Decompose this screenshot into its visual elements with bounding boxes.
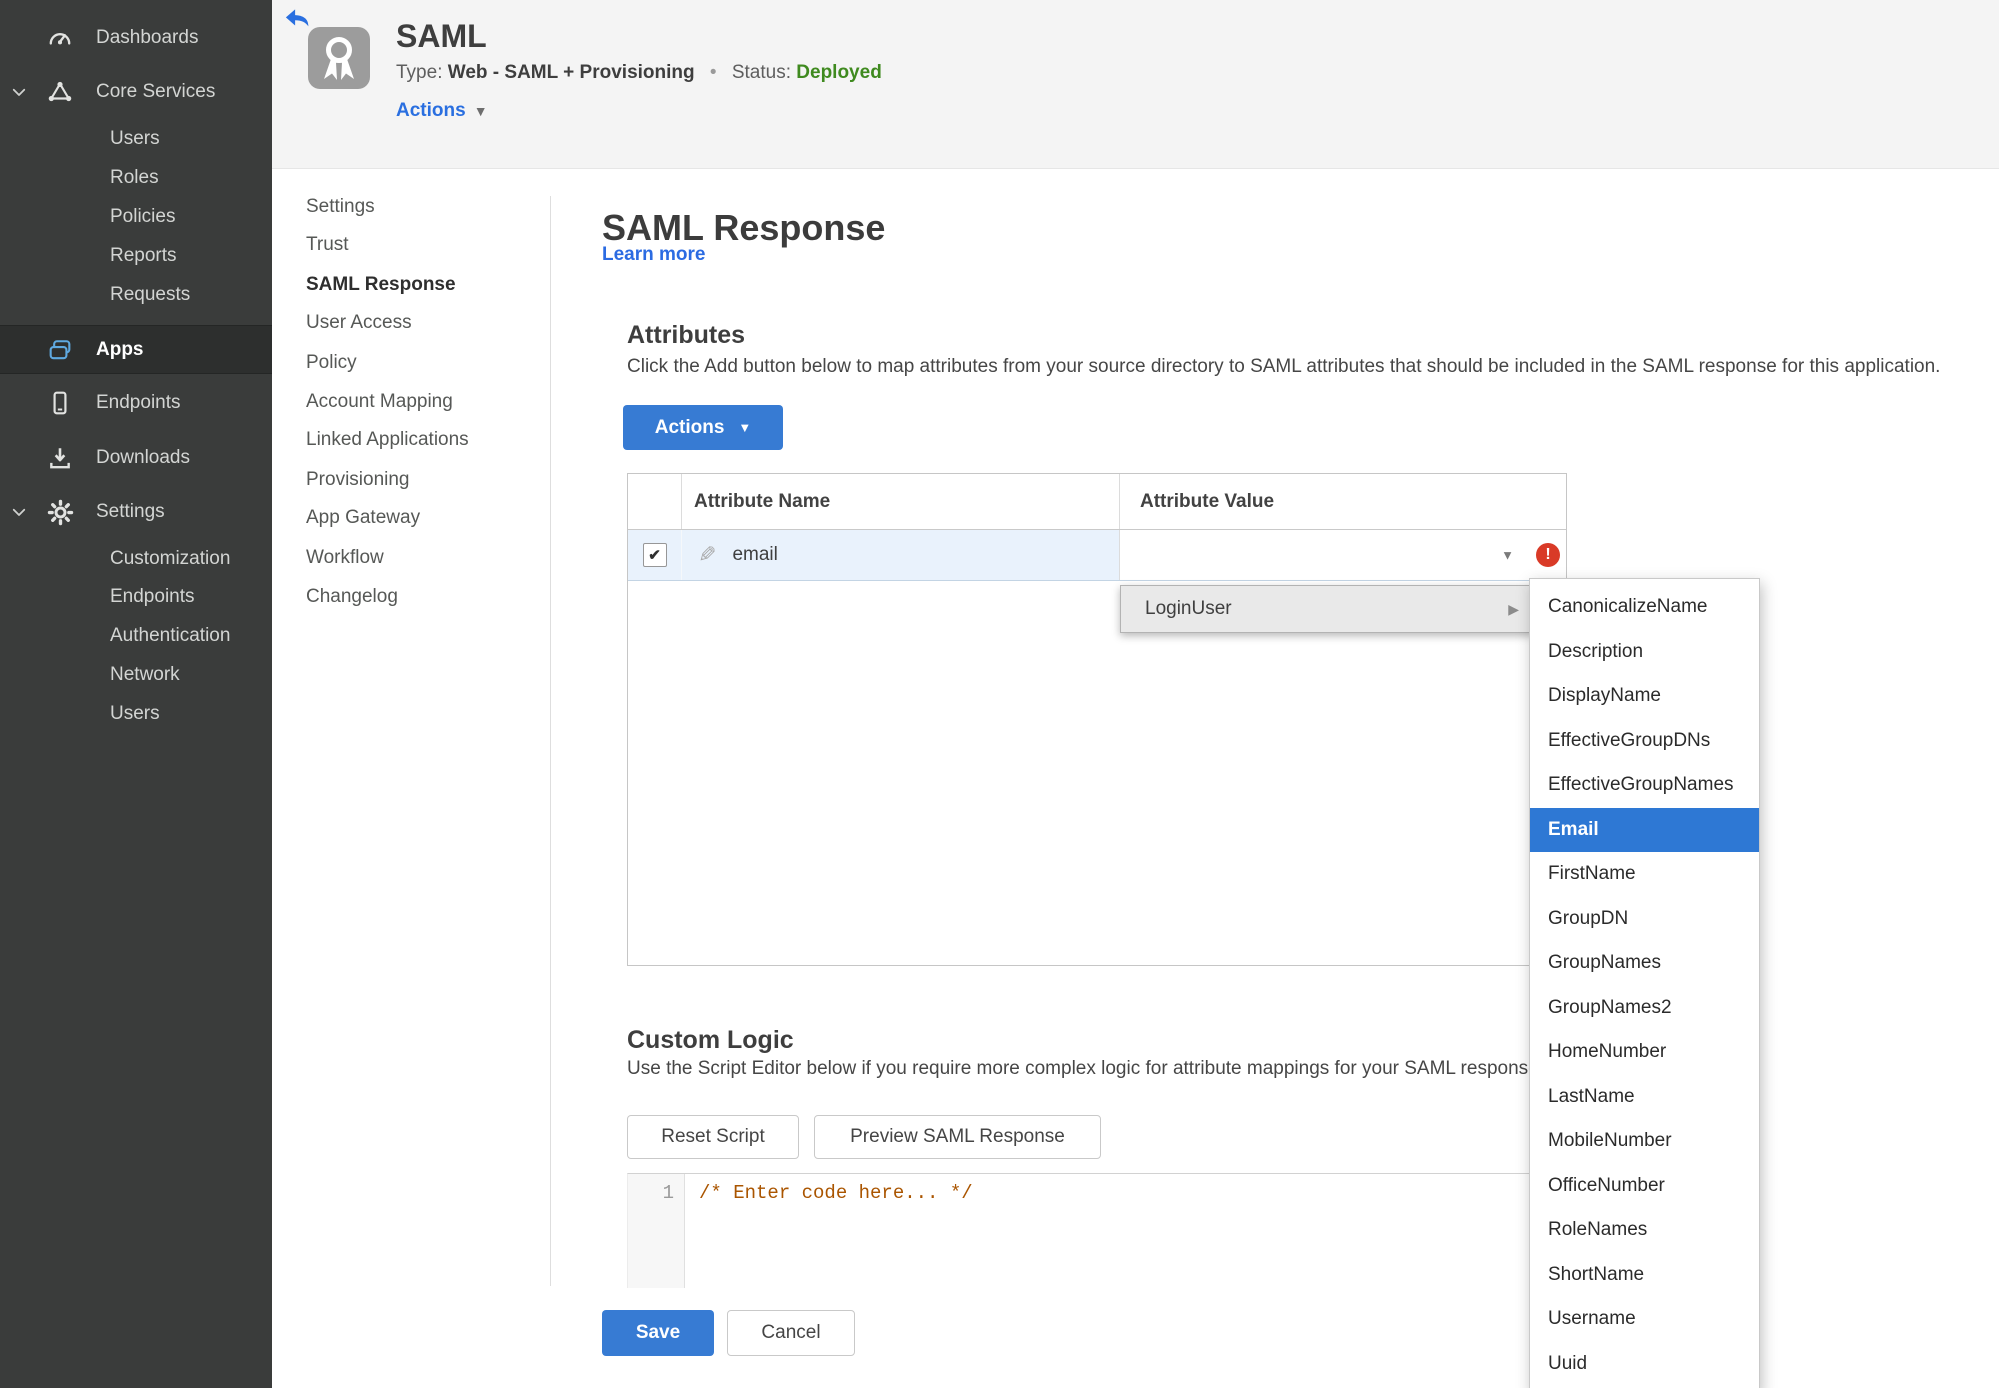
sidebar-item-endpoints[interactable]: Endpoints	[0, 380, 272, 426]
submenu-item-groupdn[interactable]: GroupDN	[1530, 897, 1759, 942]
chevron-down-icon	[10, 503, 28, 521]
submenu-item-username[interactable]: Username	[1530, 1297, 1759, 1342]
attribute-name-value: email	[732, 544, 778, 565]
submenu-item-effectivegroupdns[interactable]: EffectiveGroupDNs	[1530, 719, 1759, 764]
tab-trust[interactable]: Trust	[306, 223, 521, 267]
tab-app-gateway[interactable]: App Gateway	[306, 496, 521, 540]
tab-linked-applications[interactable]: Linked Applications	[306, 418, 521, 462]
value-menu-loginuser[interactable]: LoginUser ▶	[1120, 585, 1534, 633]
table-header-row: Attribute Name Attribute Value	[628, 474, 1566, 530]
submenu-item-displayname[interactable]: DisplayName	[1530, 674, 1759, 719]
submenu-item-officenumber[interactable]: OfficeNumber	[1530, 1164, 1759, 1209]
submenu-item-homenumber[interactable]: HomeNumber	[1530, 1030, 1759, 1075]
tab-changelog[interactable]: Changelog	[306, 575, 521, 619]
submenu-item-shortname[interactable]: ShortName	[1530, 1253, 1759, 1298]
cancel-button[interactable]: Cancel	[727, 1310, 855, 1356]
custom-logic-heading: Custom Logic	[627, 1025, 794, 1054]
tab-workflow[interactable]: Workflow	[306, 536, 521, 580]
submenu-item-rolenames[interactable]: RoleNames	[1530, 1208, 1759, 1253]
app-window: Dashboards Core Services Users Roles Pol…	[0, 0, 1999, 1388]
attribute-value-dropdown[interactable]: ▼ !	[1120, 530, 1566, 580]
submenu-item-groupnames2[interactable]: GroupNames2	[1530, 986, 1759, 1031]
sidebar-item-settings-users[interactable]: Users	[0, 691, 272, 737]
sidebar-item-settings[interactable]: Settings	[0, 489, 272, 535]
editor-code-area[interactable]: /* Enter code here... */	[685, 1174, 1533, 1288]
tab-user-access[interactable]: User Access	[306, 301, 521, 345]
checkmark-icon: ✔	[648, 547, 661, 564]
main-sidebar: Dashboards Core Services Users Roles Pol…	[0, 0, 272, 1388]
attribute-value-column-header: Attribute Value	[1140, 490, 1275, 512]
pencil-icon: ✎	[698, 542, 717, 567]
submenu-item-effectivegroupnames[interactable]: EffectiveGroupNames	[1530, 763, 1759, 808]
nav-content-divider	[550, 196, 551, 1286]
submenu-item-lastname[interactable]: LastName	[1530, 1075, 1759, 1120]
submenu-item-canonicalizename[interactable]: CanonicalizeName	[1530, 585, 1759, 630]
sidebar-item-core-services[interactable]: Core Services	[0, 69, 272, 115]
gauge-icon	[42, 20, 78, 56]
app-title: SAML	[396, 18, 487, 54]
sidebar-item-requests[interactable]: Requests	[0, 272, 272, 318]
header-actions-menu[interactable]: Actions ▼	[396, 100, 488, 122]
sidebar-item-apps[interactable]: Apps	[0, 325, 272, 374]
row-checkbox-cell: ✔	[628, 530, 682, 580]
caret-down-icon: ▼	[473, 103, 488, 119]
editor-line-number: 1	[628, 1174, 685, 1288]
download-icon	[42, 440, 78, 476]
core-services-icon	[42, 74, 78, 110]
mobile-device-icon	[42, 385, 78, 421]
learn-more-link[interactable]: Learn more	[602, 244, 705, 266]
certificate-ribbon-icon	[308, 27, 370, 89]
preview-saml-response-button[interactable]: Preview SAML Response	[814, 1115, 1101, 1159]
error-icon: !	[1536, 543, 1560, 567]
submenu-item-groupnames[interactable]: GroupNames	[1530, 941, 1759, 986]
checkbox-column-header	[628, 474, 682, 529]
table-row[interactable]: ✔ ✎ email ▼ !	[628, 530, 1566, 581]
attribute-name-cell[interactable]: ✎ email	[682, 530, 1120, 580]
gear-icon	[42, 494, 78, 530]
submenu-item-uuid[interactable]: Uuid	[1530, 1342, 1759, 1387]
attribute-name-column-header: Attribute Name	[682, 474, 1120, 529]
sidebar-item-dashboards[interactable]: Dashboards	[0, 15, 272, 61]
script-editor: 1 /* Enter code here... */	[627, 1173, 1533, 1288]
type-label: Type:	[396, 62, 443, 83]
loginuser-submenu: CanonicalizeName Description DisplayName…	[1529, 578, 1760, 1388]
separator-dot: •	[709, 62, 717, 83]
reset-script-button[interactable]: Reset Script	[627, 1115, 799, 1159]
attributes-description: Click the Add button below to map attrib…	[627, 356, 1941, 377]
status-value: Deployed	[796, 62, 882, 83]
attributes-table: Attribute Name Attribute Value ✔ ✎ email…	[627, 473, 1567, 966]
apps-icon	[42, 332, 78, 368]
custom-logic-description: Use the Script Editor below if you requi…	[627, 1058, 1544, 1079]
attributes-actions-button[interactable]: Actions ▼	[623, 405, 783, 450]
submenu-item-description[interactable]: Description	[1530, 630, 1759, 675]
app-header	[272, 0, 1999, 169]
status-label: Status:	[731, 62, 791, 83]
chevron-down-icon	[10, 83, 28, 101]
attributes-heading: Attributes	[627, 320, 746, 349]
save-button[interactable]: Save	[602, 1310, 714, 1356]
row-checkbox[interactable]: ✔	[642, 543, 667, 567]
submenu-item-email[interactable]: Email	[1530, 807, 1759, 852]
submenu-item-firstname[interactable]: FirstName	[1530, 852, 1759, 897]
caret-down-icon: ▼	[738, 420, 752, 435]
caret-down-icon: ▼	[1501, 547, 1514, 563]
tab-policy[interactable]: Policy	[306, 341, 521, 385]
app-meta-line: Type: Web - SAML + Provisioning • Status…	[396, 62, 882, 84]
sidebar-item-downloads[interactable]: Downloads	[0, 435, 272, 481]
page-title: SAML Response	[602, 207, 886, 249]
submenu-item-mobilenumber[interactable]: MobileNumber	[1530, 1119, 1759, 1164]
type-value: Web - SAML + Provisioning	[447, 62, 695, 83]
submenu-arrow-icon: ▶	[1508, 600, 1519, 617]
